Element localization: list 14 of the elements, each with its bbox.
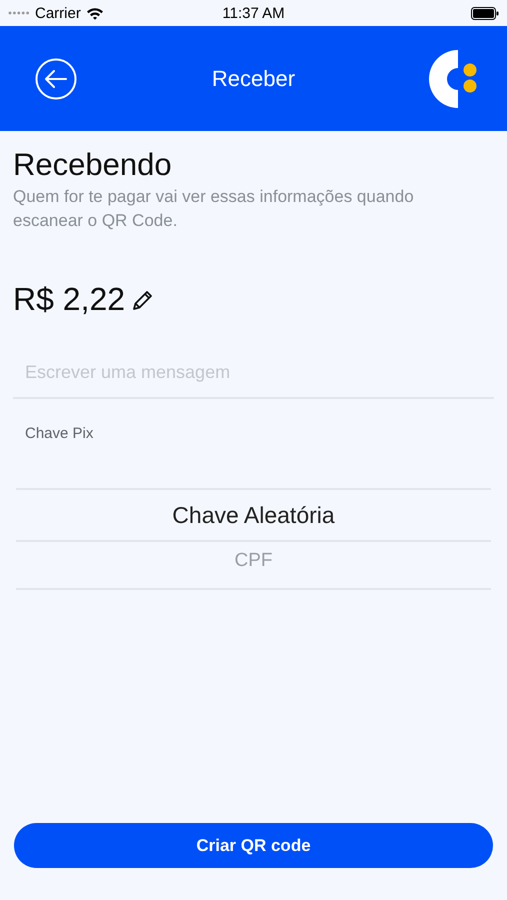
status-time: 11:37 AM (222, 4, 285, 22)
carrier-name: Carrier (35, 4, 81, 22)
create-qr-button[interactable]: Criar QR code (14, 823, 493, 868)
amount-value: R$ 2,22 (13, 281, 126, 318)
signal-icon (8, 11, 30, 15)
page-heading: Recebendo (13, 147, 173, 183)
pix-key-label: Chave Pix (24, 424, 94, 442)
back-icon[interactable] (35, 58, 77, 100)
description-text: Quem for te pagar vai ver essas informações quando escanear o QR Code. (13, 186, 415, 232)
wifi-icon (86, 6, 104, 20)
picker-option[interactable]: Chave Aleatória (172, 502, 335, 528)
header-title: Receber (212, 66, 296, 92)
logo-icon (429, 50, 477, 108)
battery-icon (471, 6, 499, 20)
